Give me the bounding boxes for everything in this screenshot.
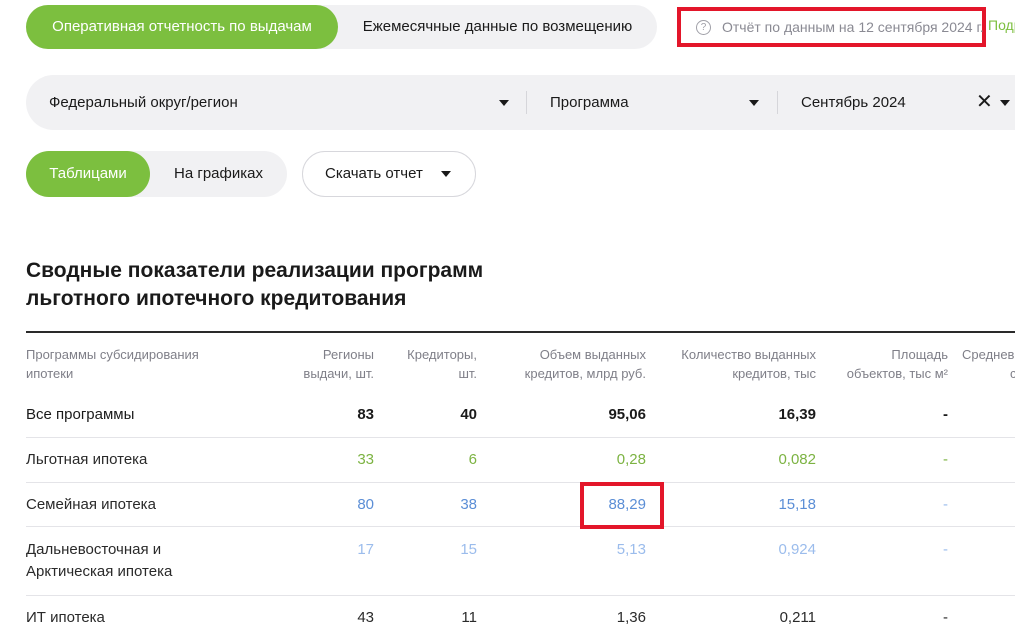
table-cell-regions: 17 — [357, 541, 374, 558]
program-line-2: Арктическая ипотека — [26, 563, 173, 580]
download-report-label: Скачать отчет — [325, 165, 423, 182]
page-title: Сводные показатели реализации программ л… — [26, 257, 546, 313]
header-count: Количество выданных кредитов, тыс — [655, 345, 816, 383]
table-cell-creditors: 38 — [460, 496, 477, 513]
row-divider — [26, 595, 1015, 596]
header-average: Среднев с — [962, 345, 1015, 383]
table-row-program: ИТ ипотека — [26, 609, 105, 626]
header-regions: Регионы выдачи, шт. — [254, 345, 374, 383]
table-cell-regions: 33 — [357, 451, 374, 468]
header-average-line-1: Среднев — [962, 347, 1015, 362]
header-volume-line-1: Объем выданных — [539, 347, 646, 362]
table-row-program: Льготная ипотека — [26, 451, 148, 468]
header-average-line-2: с — [1010, 366, 1015, 381]
table-top-border — [26, 331, 1015, 333]
report-type-tabs: Оперативная отчетность по выдачам Ежемес… — [26, 5, 657, 49]
view-toggle: Таблицами На графиках — [26, 151, 287, 197]
header-regions-line-1: Регионы — [322, 347, 374, 362]
header-creditors-line-2: шт. — [458, 366, 477, 381]
view-charts-button[interactable]: На графиках — [150, 151, 287, 197]
header-creditors: Кредиторы, шт. — [377, 345, 477, 383]
table-cell-creditors: 40 — [460, 406, 477, 423]
row-divider — [26, 437, 1015, 438]
table-cell-volume: 5,13 — [616, 541, 646, 558]
chevron-down-icon — [499, 100, 509, 106]
page-title-line-2: льготного ипотечного кредитования — [26, 287, 407, 310]
header-regions-line-2: выдачи, шт. — [303, 366, 374, 381]
table-cell-count: 15,18 — [778, 496, 816, 513]
table-cell-count: 16,39 — [778, 406, 816, 423]
table-row-program: Дальневосточная и Арктическая ипотека — [26, 539, 172, 583]
report-date-text: Отчёт по данным на 12 сентября 2024 г. — [722, 19, 984, 35]
table-cell-volume: 1,36 — [616, 609, 646, 626]
tab-monthly-reimbursement[interactable]: Ежемесячные данные по возмещению — [338, 5, 657, 49]
table-cell-count: 0,082 — [778, 451, 816, 468]
header-count-line-1: Количество выданных — [681, 347, 816, 362]
question-icon[interactable]: ? — [696, 19, 711, 35]
table-row-program: Все программы — [26, 406, 135, 423]
filter-bar: Федеральный округ/регион Программа Сентя… — [26, 75, 1015, 130]
header-program-line-2: ипотеки — [26, 366, 74, 381]
header-area: Площадь объектов, тыс м² — [825, 345, 948, 383]
table-cell-count: 0,924 — [778, 541, 816, 558]
filter-divider — [526, 91, 527, 114]
table-cell-area: - — [943, 541, 948, 558]
region-filter[interactable]: Федеральный округ/регион — [49, 75, 519, 130]
header-volume-line-2: кредитов, млрд руб. — [524, 366, 646, 381]
clear-icon[interactable]: ✕ — [976, 92, 993, 112]
highlight-frame — [580, 482, 664, 529]
header-creditors-line-1: Кредиторы, — [407, 347, 477, 362]
header-area-line-1: Площадь — [891, 347, 948, 362]
header-program-line-1: Программы субсидирования — [26, 347, 199, 362]
chevron-down-icon — [441, 171, 451, 177]
table-cell-regions: 43 — [357, 609, 374, 626]
subscribe-link[interactable]: Подр — [988, 17, 1015, 33]
table-cell-volume: 95,06 — [608, 406, 646, 423]
table-cell-volume: 0,28 — [616, 451, 646, 468]
filter-divider — [777, 91, 778, 114]
region-filter-label: Федеральный округ/регион — [49, 94, 238, 111]
tab-operational-reporting[interactable]: Оперативная отчетность по выдачам — [26, 5, 338, 49]
table-cell-area: - — [943, 451, 948, 468]
download-report-button[interactable]: Скачать отчет — [302, 151, 476, 197]
table-cell-creditors: 15 — [460, 541, 477, 558]
program-filter[interactable]: Программа — [550, 75, 770, 130]
page-title-line-1: Сводные показатели реализации программ — [26, 259, 484, 282]
header-count-line-2: кредитов, тыс — [732, 366, 816, 381]
report-date-notice: ? Отчёт по данным на 12 сентября 2024 г. — [677, 7, 986, 47]
header-volume: Объем выданных кредитов, млрд руб. — [485, 345, 646, 383]
row-divider — [26, 526, 1015, 527]
header-program: Программы субсидирования ипотеки — [26, 345, 256, 383]
table-cell-area: - — [943, 406, 948, 423]
row-divider — [26, 482, 1015, 483]
table-cell-regions: 80 — [357, 496, 374, 513]
chevron-down-icon — [1000, 100, 1010, 106]
table-cell-count: 0,211 — [779, 609, 816, 626]
program-line-1: Дальневосточная и — [26, 541, 162, 558]
view-tables-button[interactable]: Таблицами — [26, 151, 150, 197]
table-cell-creditors: 11 — [461, 609, 477, 626]
header-area-line-2: объектов, тыс м² — [846, 366, 948, 381]
table-row-program: Семейная ипотека — [26, 496, 156, 513]
table-cell-creditors: 6 — [468, 451, 477, 468]
table-cell-area: - — [943, 496, 948, 513]
program-filter-label: Программа — [550, 94, 629, 111]
month-filter[interactable]: Сентябрь 2024 ✕ — [801, 75, 1015, 130]
table-cell-area: - — [943, 609, 948, 626]
month-filter-label: Сентябрь 2024 — [801, 94, 906, 111]
table-cell-regions: 83 — [357, 406, 374, 423]
chevron-down-icon — [749, 100, 759, 106]
